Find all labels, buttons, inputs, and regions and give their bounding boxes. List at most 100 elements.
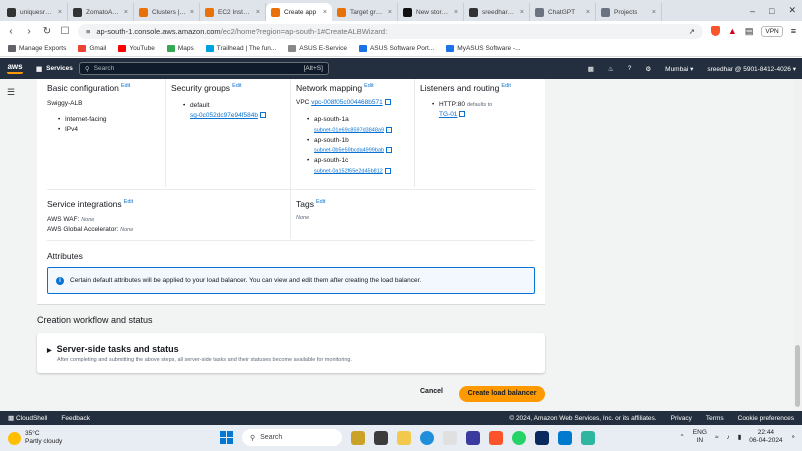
create-load-balancer-button[interactable]: Create load balancer bbox=[459, 386, 545, 402]
settings-icon[interactable]: ⚙ bbox=[645, 65, 651, 73]
bookmark-item[interactable]: Maps bbox=[166, 45, 194, 52]
windows-start-icon[interactable] bbox=[220, 431, 233, 444]
close-tab-icon[interactable]: × bbox=[124, 9, 128, 16]
subnet-link-wrap[interactable]: subnet-0a152f65e2d45b812 bbox=[314, 168, 391, 174]
bookmark-page-icon[interactable]: ☐ bbox=[60, 26, 70, 37]
security-group-link[interactable]: sg-0c052dc97e94f584b bbox=[190, 112, 258, 119]
notepad-icon[interactable] bbox=[581, 430, 595, 445]
scrollbar-thumb[interactable] bbox=[795, 345, 800, 407]
browser-tab[interactable]: Create app × bbox=[266, 3, 332, 21]
cancel-button[interactable]: Cancel bbox=[420, 388, 443, 395]
aws-search-input[interactable]: ⚲ Search [Alt+S] bbox=[78, 62, 329, 75]
brave-icon[interactable] bbox=[489, 430, 503, 445]
edit-service-integrations-link[interactable]: Edit bbox=[124, 199, 133, 205]
edit-listeners-link[interactable]: Edit bbox=[501, 83, 510, 89]
browser-tab[interactable]: uniquesreedha × bbox=[2, 3, 68, 21]
weather-widget[interactable]: 35°C Partly cloudy bbox=[0, 430, 62, 446]
close-tab-icon[interactable]: × bbox=[58, 9, 62, 16]
close-tab-icon[interactable]: × bbox=[652, 9, 656, 16]
brave-shield-icon[interactable] bbox=[710, 26, 720, 36]
menu-icon[interactable]: ≡ bbox=[791, 26, 796, 36]
privacy-link[interactable]: Privacy bbox=[671, 415, 692, 422]
help-icon[interactable]: ? bbox=[628, 65, 632, 72]
aws-logo[interactable]: aws bbox=[0, 63, 30, 74]
clock[interactable]: 22:44 06-04-2024 bbox=[749, 429, 782, 445]
bookmark-item[interactable]: YouTube bbox=[118, 45, 155, 52]
subnet-link[interactable]: subnet-0a152f65e2d45b812 bbox=[314, 168, 383, 174]
edit-security-groups-link[interactable]: Edit bbox=[232, 83, 241, 89]
terms-link[interactable]: Terms bbox=[706, 415, 724, 422]
services-menu[interactable]: ▦ Services bbox=[30, 65, 79, 73]
region-selector[interactable]: Mumbai ▾ bbox=[665, 65, 693, 73]
cookie-preferences-link[interactable]: Cookie preferences bbox=[738, 415, 794, 422]
address-bar[interactable]: ≡ ap-south-1.console.aws.amazon.com/ec2/… bbox=[78, 23, 703, 39]
browser-tab[interactable]: EC2 Instance C × bbox=[200, 3, 266, 21]
server-side-tasks-toggle[interactable]: ▶ Server-side tasks and status bbox=[47, 344, 179, 354]
edit-tags-link[interactable]: Edit bbox=[316, 199, 325, 205]
minimize-icon[interactable]: – bbox=[750, 6, 755, 16]
bookmark-item[interactable]: MyASUS Software -... bbox=[446, 45, 521, 52]
back-icon[interactable]: ‹ bbox=[6, 26, 16, 37]
subnet-link[interactable]: subnet-01e69c8597d3848a9 bbox=[314, 127, 384, 133]
bookmark-item[interactable]: ASUS E-Service bbox=[288, 45, 347, 52]
browser-tab[interactable]: Target group d × bbox=[332, 3, 398, 21]
browser-tab[interactable]: Clusters | Elasti × bbox=[134, 3, 200, 21]
account-menu[interactable]: sreedhar @ 5901-8412-4026 ▾ bbox=[707, 65, 796, 73]
edit-network-mapping-link[interactable]: Edit bbox=[364, 83, 373, 89]
vscode-icon[interactable] bbox=[558, 430, 572, 445]
target-group-link[interactable]: TG-01 bbox=[439, 111, 457, 118]
widgets-icon[interactable] bbox=[351, 430, 365, 445]
bookmark-item[interactable]: Manage Exports bbox=[8, 45, 66, 52]
file-explorer-icon[interactable] bbox=[397, 430, 411, 445]
wifi-icon[interactable]: ≈ bbox=[715, 434, 719, 441]
maximize-icon[interactable]: □ bbox=[769, 6, 774, 16]
browser-tab[interactable]: Projects × bbox=[596, 3, 662, 21]
subnet-link[interactable]: subnet-0b5e59bcda4999bab bbox=[314, 147, 384, 153]
browser-tab[interactable]: sreedhar8897/ × bbox=[464, 3, 530, 21]
close-window-icon[interactable]: ✕ bbox=[788, 5, 796, 16]
site-info-icon[interactable]: ≡ bbox=[86, 27, 90, 36]
share-icon[interactable]: ↗ bbox=[689, 27, 695, 36]
close-tab-icon[interactable]: × bbox=[586, 9, 590, 16]
speaker-icon[interactable]: ♪ bbox=[726, 434, 729, 441]
sidebar-icon[interactable]: ▤ bbox=[745, 26, 754, 37]
vpc-link[interactable]: vpc-008f05c004468b571 bbox=[311, 99, 383, 106]
close-tab-icon[interactable]: × bbox=[520, 9, 524, 16]
brave-rewards-icon[interactable]: ▲ bbox=[728, 26, 737, 36]
task-view-icon[interactable] bbox=[374, 430, 388, 445]
subnet-link-wrap[interactable]: subnet-01e69c8597d3848a9 bbox=[314, 127, 393, 133]
bookmark-item[interactable]: Gmail bbox=[78, 45, 106, 52]
browser-tab[interactable]: ZomatoApp-C × bbox=[68, 3, 134, 21]
cloudshell-icon[interactable]: ▩ bbox=[588, 65, 594, 73]
app-icon[interactable] bbox=[466, 430, 480, 445]
close-tab-icon[interactable]: × bbox=[388, 9, 392, 16]
store-icon[interactable] bbox=[443, 430, 457, 445]
terminal-app-icon[interactable] bbox=[535, 430, 549, 445]
target-group-link-wrap[interactable]: TG-01 bbox=[439, 111, 466, 118]
hamburger-icon[interactable]: ☰ bbox=[7, 87, 15, 98]
close-tab-icon[interactable]: × bbox=[256, 9, 260, 16]
notification-center-icon[interactable]: ⚬ bbox=[791, 433, 796, 441]
reload-icon[interactable]: ↻ bbox=[42, 26, 52, 37]
browser-tab[interactable]: ChatGPT × bbox=[530, 3, 596, 21]
close-tab-icon[interactable]: × bbox=[323, 9, 327, 16]
close-tab-icon[interactable]: × bbox=[454, 9, 458, 16]
notifications-icon[interactable]: ♨ bbox=[608, 65, 614, 73]
security-group-link-wrap[interactable]: sg-0c052dc97e94f584b bbox=[190, 112, 266, 119]
forward-icon[interactable]: › bbox=[24, 26, 34, 37]
bookmark-item[interactable]: Trailhead | The fun... bbox=[205, 45, 276, 52]
bookmark-item[interactable]: ASUS Software Port... bbox=[358, 45, 434, 52]
close-tab-icon[interactable]: × bbox=[190, 9, 194, 16]
vpn-button[interactable]: VPN bbox=[761, 25, 783, 37]
feedback-link[interactable]: Feedback bbox=[61, 415, 90, 422]
battery-icon[interactable]: ▮ bbox=[738, 433, 742, 441]
edit-basic-config-link[interactable]: Edit bbox=[121, 83, 130, 89]
cloudshell-link[interactable]: ▩ CloudShell bbox=[8, 414, 47, 422]
subnet-link-wrap[interactable]: subnet-0b5e59bcda4999bab bbox=[314, 147, 393, 153]
tray-chevron-icon[interactable]: ⌃ bbox=[679, 433, 684, 441]
edge-icon[interactable] bbox=[420, 430, 434, 445]
browser-tab[interactable]: New story – Me × bbox=[398, 3, 464, 21]
whatsapp-icon[interactable] bbox=[512, 430, 526, 445]
taskbar-search[interactable]: ⚲ Search bbox=[242, 429, 342, 446]
language-indicator[interactable]: ENG IN bbox=[693, 429, 707, 445]
